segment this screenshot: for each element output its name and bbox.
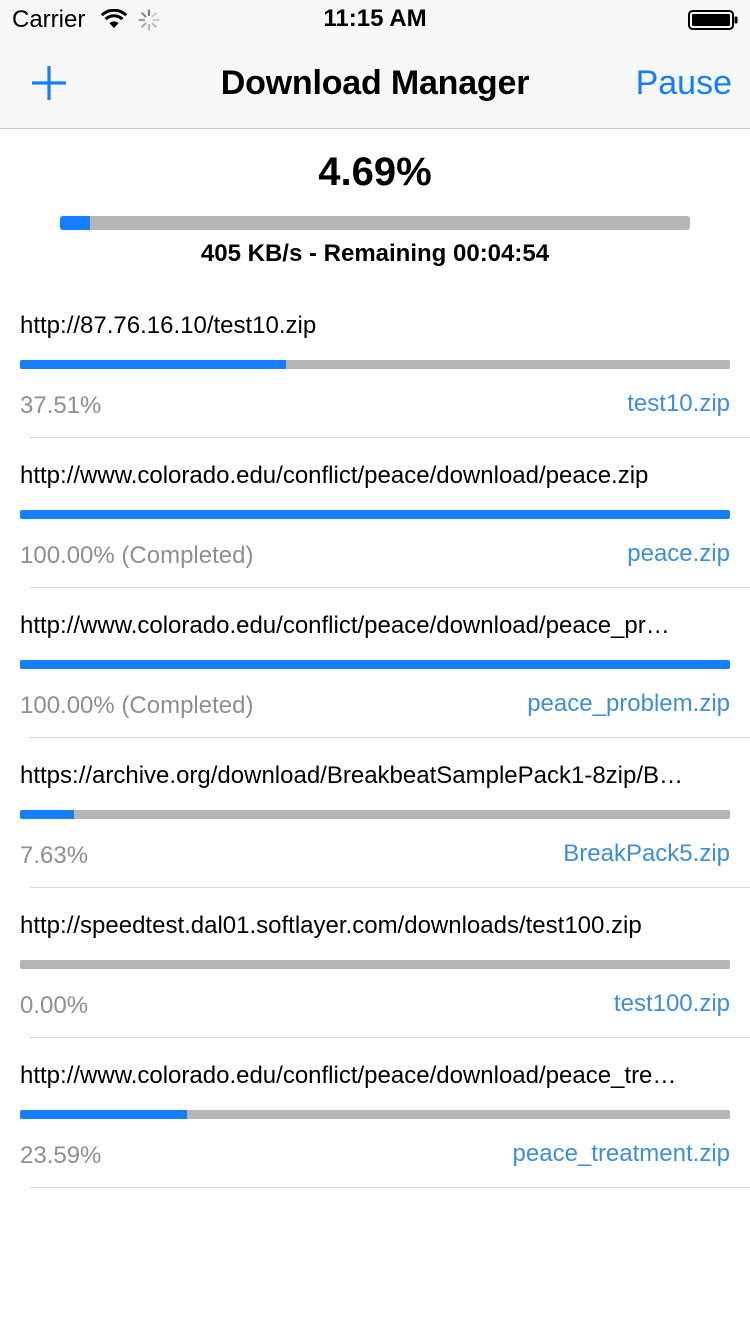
download-filename-link[interactable]: test10.zip bbox=[627, 390, 730, 418]
download-progress-bar bbox=[20, 810, 730, 819]
download-progress-bar bbox=[20, 510, 730, 519]
download-row[interactable]: http://87.76.16.10/test10.zip 37.51% tes… bbox=[0, 288, 750, 438]
download-progress-fill bbox=[20, 510, 730, 519]
download-progress-bar bbox=[20, 360, 730, 369]
download-list: http://87.76.16.10/test10.zip 37.51% tes… bbox=[0, 288, 750, 1188]
download-status: 7.63% bbox=[20, 842, 89, 869]
download-url: http://www.colorado.edu/conflict/peace/d… bbox=[20, 612, 670, 639]
overall-progress-bar bbox=[60, 216, 690, 230]
download-row[interactable]: http://www.colorado.edu/conflict/peace/d… bbox=[0, 1038, 750, 1188]
download-progress-bar bbox=[20, 1110, 730, 1119]
download-row[interactable]: http://www.colorado.edu/conflict/peace/d… bbox=[0, 438, 750, 588]
download-status: 100.00% (Completed) bbox=[20, 542, 254, 569]
overall-speed-remaining: 405 KB/s - Remaining 00:04:54 bbox=[200, 240, 550, 267]
battery-icon bbox=[688, 10, 738, 30]
download-row[interactable]: http://speedtest.dal01.softlayer.com/dow… bbox=[0, 888, 750, 1038]
status-time: 11:15 AM bbox=[323, 5, 427, 32]
pause-button[interactable]: Pause bbox=[636, 64, 732, 103]
download-progress-fill bbox=[20, 810, 75, 819]
download-filename-link[interactable]: test100.zip bbox=[614, 990, 730, 1018]
download-url: http://www.colorado.edu/conflict/peace/d… bbox=[20, 462, 649, 489]
download-progress-bar bbox=[20, 960, 730, 969]
download-row[interactable]: https://archive.org/download/BreakbeatSa… bbox=[0, 738, 750, 888]
download-status: 23.59% bbox=[20, 1142, 102, 1169]
download-filename-link[interactable]: BreakPack5.zip bbox=[563, 840, 730, 868]
download-status: 37.51% bbox=[20, 392, 102, 419]
overall-progress-percent: 4.69% bbox=[318, 150, 432, 194]
download-url: https://archive.org/download/BreakbeatSa… bbox=[20, 762, 684, 789]
download-filename-link[interactable]: peace_problem.zip bbox=[527, 690, 730, 718]
download-filename-link[interactable]: peace_treatment.zip bbox=[513, 1140, 730, 1168]
download-progress-fill bbox=[20, 360, 287, 369]
status-bar: Carrier 11:15 AM bbox=[0, 0, 750, 40]
download-url: http://www.colorado.edu/conflict/peace/d… bbox=[20, 1062, 677, 1089]
download-url: http://87.76.16.10/test10.zip bbox=[20, 312, 317, 339]
download-progress-bar bbox=[20, 660, 730, 669]
row-divider bbox=[30, 1187, 750, 1188]
download-status: 0.00% bbox=[20, 992, 89, 1019]
navigation-bar: Download Manager Pause bbox=[0, 40, 750, 129]
overall-progress-fill bbox=[60, 216, 90, 230]
download-status: 100.00% (Completed) bbox=[20, 692, 254, 719]
download-url: http://speedtest.dal01.softlayer.com/dow… bbox=[20, 912, 642, 939]
download-filename-link[interactable]: peace.zip bbox=[627, 540, 730, 568]
download-row[interactable]: http://www.colorado.edu/conflict/peace/d… bbox=[0, 588, 750, 738]
download-progress-fill bbox=[20, 1110, 188, 1119]
download-progress-fill bbox=[20, 660, 730, 669]
